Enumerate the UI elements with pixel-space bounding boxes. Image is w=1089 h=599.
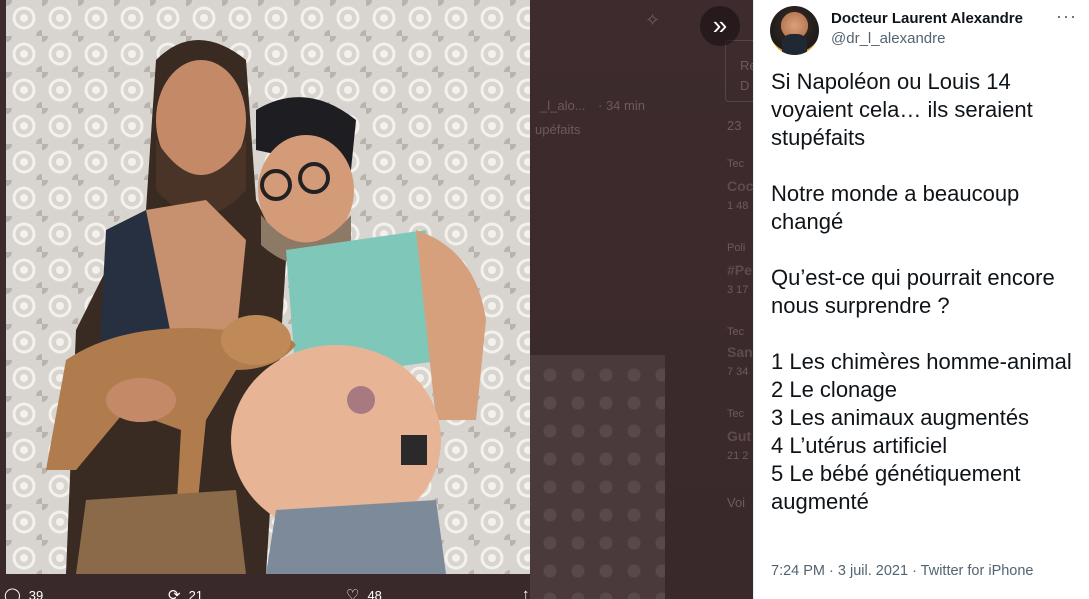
ghost-item: San: [727, 344, 753, 360]
tweet-text: Si Napoléon ou Louis 14 voyaient cela… i…: [771, 68, 1076, 516]
tweet-time[interactable]: 7:24 PM: [771, 563, 825, 579]
background-lace: [530, 355, 665, 599]
ghost-item: 21 2: [727, 450, 749, 462]
ghost-item: D: [740, 78, 750, 93]
tweet-list-item: 2 Le clonage: [771, 377, 897, 402]
like-count: 48: [367, 587, 382, 599]
photo-illustration: [6, 0, 530, 574]
tweet-panel: Docteur Laurent Alexandre @dr_l_alexandr…: [753, 0, 1089, 599]
reply-icon: ◯: [4, 587, 21, 599]
tweet-date[interactable]: 3 juil. 2021: [838, 563, 908, 579]
ghost-item: Voi: [727, 495, 746, 510]
next-media-button[interactable]: »: [700, 6, 740, 46]
tweet-list-item: 4 L’utérus artificiel: [771, 433, 948, 458]
heart-icon: ♡: [346, 587, 360, 599]
ghost-item: Tec: [727, 408, 745, 420]
tweet-paragraph: Notre monde a beaucoup changé: [771, 181, 1020, 234]
like-action[interactable]: ♡ 48: [346, 586, 382, 599]
ghost-text: upéfaits: [535, 122, 581, 137]
ghost-item: 3 17: [727, 284, 749, 296]
tweet-paragraph: Qu’est-ce qui pourrait encore nous surpr…: [771, 265, 1055, 318]
tweet-list-item: 3 Les animaux augmentés: [771, 405, 1030, 430]
reply-count: 39: [28, 587, 44, 599]
tweet-photo[interactable]: [6, 0, 530, 574]
ghost-time: · 34 min: [598, 98, 645, 113]
avatar[interactable]: [770, 6, 819, 55]
sparkle-icon: ✧: [645, 10, 661, 30]
ghost-handle: _l_alo...: [540, 98, 586, 113]
tweet-metadata: 7:24 PM · 3 juil. 2021 · Twitter for iPh…: [771, 563, 1034, 579]
ghost-item: Re: [740, 58, 753, 73]
tweet-list-item: 5 Le bébé génétiquement augmenté: [771, 461, 1021, 514]
ghost-item: #Pe: [727, 262, 752, 278]
ghost-item: Coc: [727, 178, 753, 194]
ghost-item: 7 34: [727, 366, 749, 378]
tweet-list-item: 1 Les chimères homme-animal: [771, 349, 1072, 374]
retweet-icon: ⟳: [168, 587, 181, 599]
display-name[interactable]: Docteur Laurent Alexandre: [831, 10, 1036, 27]
ghost-item: 1 48: [727, 200, 749, 212]
ghost-item: Tec: [727, 158, 745, 170]
ghost-item: Gut: [727, 428, 752, 444]
retweet-action[interactable]: ⟳ 21: [168, 586, 203, 599]
more-icon: ···: [1056, 6, 1077, 26]
ghost-item: Tec: [727, 326, 745, 338]
tweet-paragraph: Si Napoléon ou Louis 14 voyaient cela… i…: [771, 69, 1033, 150]
more-options-button[interactable]: ···: [1056, 6, 1077, 27]
double-chevron-right-icon: »: [712, 10, 728, 40]
ghost-item: 23: [727, 118, 742, 133]
ghost-item: Poli: [727, 242, 746, 254]
share-icon: ↑: [522, 586, 530, 599]
reply-action[interactable]: ◯ 39: [4, 586, 43, 599]
retweet-count: 21: [188, 587, 204, 599]
media-action-bar: ◯ 39 ⟳ 21 ♡ 48 ↑: [0, 586, 753, 599]
user-handle[interactable]: @dr_l_alexandre: [831, 30, 945, 47]
tweet-source[interactable]: Twitter for iPhone: [921, 563, 1034, 579]
share-action[interactable]: ↑: [522, 586, 530, 599]
